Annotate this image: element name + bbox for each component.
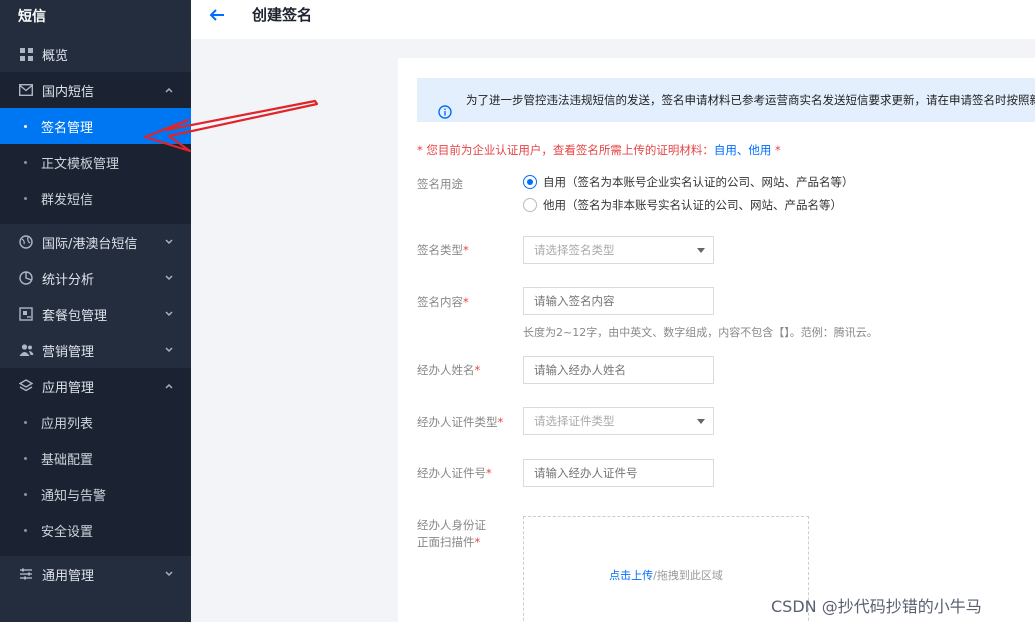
sidebar-item-package-management[interactable]: 套餐包管理 — [0, 296, 191, 332]
requirement-suffix: * — [771, 143, 781, 157]
usage-radio-self[interactable]: 自用（签名为本账号企业实名认证的公司、网站、产品名等） — [523, 174, 854, 190]
globe-icon — [18, 234, 34, 250]
sidebar-item-label: 统计分析 — [42, 272, 95, 288]
mail-icon — [18, 82, 34, 98]
select-placeholder: 请选择证件类型 — [534, 414, 615, 428]
drag-upload-text: /拖拽到此区域 — [653, 569, 723, 582]
caret-down-icon — [697, 248, 705, 253]
users-icon — [18, 342, 34, 358]
bullet-dot — [24, 161, 27, 164]
layers-icon — [18, 378, 34, 394]
sidebar-divider — [0, 216, 191, 224]
agent-id-scan-label-line2: 正面扫描件* — [417, 535, 481, 549]
radio-label: 自用（签名为本账号企业实名认证的公司、网站、产品名等） — [543, 175, 854, 189]
sidebar-subitem-label: 安全设置 — [41, 524, 94, 540]
package-icon — [18, 306, 34, 322]
sidebar-item-general-management[interactable]: 通用管理 — [0, 556, 191, 592]
sidebar-title: 短信 — [18, 9, 46, 25]
page-header: 创建签名 — [191, 0, 1035, 39]
sidebar-subitem-signature-management[interactable]: 签名管理 — [0, 108, 191, 144]
sidebar-subitem-label: 正文模板管理 — [41, 156, 120, 172]
usage-label: 签名用途 — [417, 177, 463, 191]
pie-chart-icon — [18, 270, 34, 286]
radio-unchecked-icon — [523, 198, 537, 212]
sidebar: 短信 概览 国内短信 签名管理 正文模板管理 群发短信 国际/港澳台短信 统计分… — [0, 0, 191, 622]
agent-id-number-label: 经办人证件号* — [417, 466, 492, 480]
agent-name-input[interactable] — [523, 356, 714, 384]
select-placeholder: 请选择签名类型 — [534, 243, 615, 257]
info-icon — [438, 93, 452, 119]
notice-text: 为了进一步管控违法违规短信的发送，签名申请材料已参考运营商实名发送短信要求更新，… — [466, 93, 1035, 107]
sidebar-subitem-basic-config[interactable]: 基础配置 — [0, 440, 191, 476]
sidebar-subitem-app-list[interactable]: 应用列表 — [0, 404, 191, 440]
radio-label: 他用（签名为非本账号实名认证的公司、网站、产品名等） — [543, 198, 842, 212]
signature-content-input[interactable] — [523, 287, 714, 315]
agent-name-label: 经办人姓名* — [417, 363, 481, 377]
bullet-dot — [24, 421, 27, 424]
sidebar-item-label: 营销管理 — [42, 344, 95, 360]
caret-down-icon — [697, 419, 705, 424]
self-use-link[interactable]: 自用 — [714, 143, 737, 157]
requirement-line: * 您目前为企业认证用户，查看签名所需上传的证明材料：自用、他用 * — [417, 142, 781, 158]
sidebar-subitem-label: 应用列表 — [41, 416, 94, 432]
notice-banner: 为了进一步管控违法违规短信的发送，签名申请材料已参考运营商实名发送短信要求更新，… — [417, 78, 1035, 122]
sidebar-item-label: 概览 — [42, 48, 69, 64]
chevron-down-icon — [165, 296, 173, 332]
bullet-dot — [24, 125, 27, 128]
app-root: 短信 概览 国内短信 签名管理 正文模板管理 群发短信 国际/港澳台短信 统计分… — [0, 0, 1035, 622]
sidebar-subitem-label: 通知与告警 — [41, 488, 107, 504]
sidebar-item-overview[interactable]: 概览 — [0, 36, 191, 72]
watermark: CSDN @抄代码抄错的小牛马 — [771, 597, 982, 616]
sidebar-item-label: 套餐包管理 — [42, 308, 108, 324]
chevron-up-icon — [165, 368, 173, 404]
others-use-link[interactable]: 他用 — [748, 143, 771, 157]
chevron-down-icon — [165, 556, 173, 592]
chevron-up-icon — [165, 72, 173, 108]
sidebar-divider — [0, 548, 191, 556]
page-title: 创建签名 — [252, 6, 313, 24]
sidebar-subitem-label: 群发短信 — [41, 192, 94, 208]
sidebar-item-domestic-sms[interactable]: 国内短信 — [0, 72, 191, 108]
usage-radio-others[interactable]: 他用（签名为非本账号实名认证的公司、网站、产品名等） — [523, 197, 842, 213]
sidebar-subitem-template-management[interactable]: 正文模板管理 — [0, 144, 191, 180]
agent-id-type-select[interactable]: 请选择证件类型 — [523, 407, 714, 435]
bullet-dot — [24, 493, 27, 496]
link-separator: 、 — [736, 143, 749, 157]
arrow-left-icon[interactable] — [207, 5, 227, 25]
signature-type-label: 签名类型* — [417, 243, 469, 257]
agent-id-type-label: 经办人证件类型* — [417, 415, 504, 429]
sidebar-item-label: 通用管理 — [42, 568, 95, 584]
signature-type-select[interactable]: 请选择签名类型 — [523, 236, 714, 264]
sidebar-item-international-sms[interactable]: 国际/港澳台短信 — [0, 224, 191, 260]
radio-checked-icon — [523, 175, 537, 189]
sidebar-item-app-management[interactable]: 应用管理 — [0, 368, 191, 404]
bullet-dot — [24, 529, 27, 532]
click-upload-link[interactable]: 点击上传 — [609, 569, 653, 582]
bullet-dot — [24, 457, 27, 460]
signature-content-label: 签名内容* — [417, 295, 469, 309]
create-signature-form: 为了进一步管控违法违规短信的发送，签名申请材料已参考运营商实名发送短信要求更新，… — [398, 58, 1035, 622]
agent-id-number-input[interactable] — [523, 459, 714, 487]
sidebar-subitem-security-settings[interactable]: 安全设置 — [0, 512, 191, 548]
chevron-down-icon — [165, 332, 173, 368]
sidebar-subitem-bulk-sms[interactable]: 群发短信 — [0, 180, 191, 216]
sidebar-item-label: 国内短信 — [42, 84, 95, 100]
bullet-dot — [24, 197, 27, 200]
chevron-down-icon — [165, 224, 173, 260]
sidebar-subitem-label: 基础配置 — [41, 452, 94, 468]
sidebar-subitem-label: 签名管理 — [41, 120, 94, 136]
requirement-prefix: * 您目前为企业认证用户，查看签名所需上传的证明材料： — [417, 143, 714, 157]
grid-icon — [18, 46, 34, 62]
agent-id-scan-label: 经办人身份证 — [417, 518, 486, 532]
chevron-down-icon — [165, 260, 173, 296]
sliders-icon — [18, 566, 34, 582]
id-scan-upload-area[interactable]: 点击上传/拖拽到此区域 — [523, 516, 809, 622]
sidebar-subitem-notifications-alerts[interactable]: 通知与告警 — [0, 476, 191, 512]
signature-content-hint: 长度为2~12字，由中英文、数字组成，内容不包含【】。范例：腾讯云。 — [523, 326, 878, 339]
sidebar-item-statistics[interactable]: 统计分析 — [0, 260, 191, 296]
sidebar-item-marketing-management[interactable]: 营销管理 — [0, 332, 191, 368]
sidebar-item-label: 应用管理 — [42, 380, 95, 396]
sidebar-item-label: 国际/港澳台短信 — [42, 236, 138, 252]
